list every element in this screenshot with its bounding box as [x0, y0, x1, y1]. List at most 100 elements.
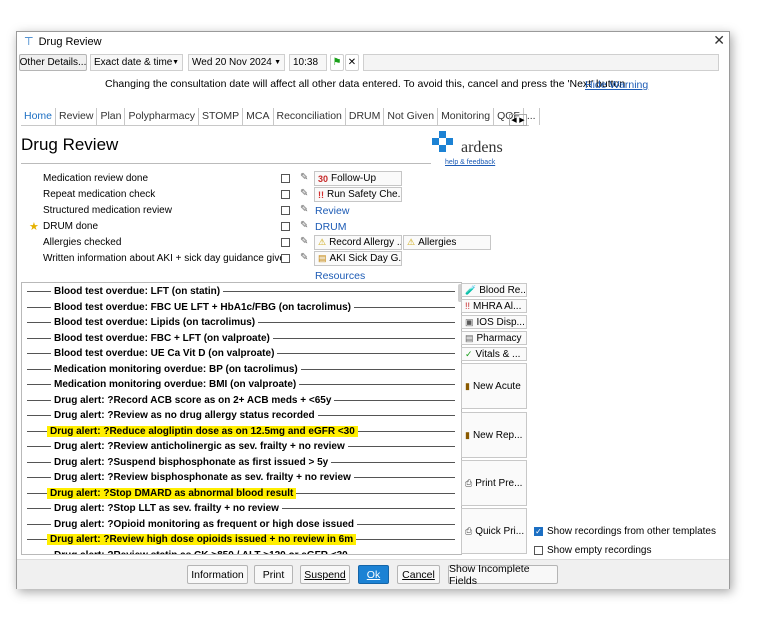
alert-row[interactable]: Drug alert: ?Review statin as CK >850 / …: [27, 549, 455, 555]
date-mode-dropdown[interactable]: Exact date & time ▼: [90, 54, 183, 71]
run-safety-check-button[interactable]: !! Run Safety Che...: [314, 187, 402, 202]
alert-rule-left: [27, 322, 51, 323]
information-button[interactable]: Information: [187, 565, 248, 584]
pencil-icon[interactable]: ✎: [300, 204, 308, 215]
pencil-icon[interactable]: ✎: [300, 188, 308, 199]
recording-checkbox[interactable]: [281, 238, 290, 247]
alert-rule-right: [347, 446, 455, 447]
pencil-icon[interactable]: ✎: [300, 220, 308, 231]
show-empty-recordings-option[interactable]: Show empty recordings: [534, 545, 652, 556]
aki-sick-day-label: AKI Sick Day G...: [329, 253, 402, 264]
tab-mca[interactable]: MCA: [243, 108, 274, 125]
alert-row[interactable]: Drug alert: ?Review as no drug allergy s…: [27, 409, 455, 422]
alert-rule-right: [356, 539, 455, 540]
tab-home[interactable]: Home: [21, 108, 57, 125]
alert-row[interactable]: Medication monitoring overdue: BP (on ta…: [27, 363, 455, 376]
tab-polypharmacy[interactable]: Polypharmacy: [125, 108, 199, 125]
calendar-icon: 30: [318, 173, 329, 184]
hide-warning-link[interactable]: Hide Warning: [585, 79, 648, 91]
alert-row[interactable]: Blood test overdue: UE Ca Vit D (on valp…: [27, 347, 455, 360]
tab-scroll-control[interactable]: ◀ ▶: [509, 114, 527, 126]
alert-row[interactable]: Drug alert: ?Review bisphosphonate as se…: [27, 471, 455, 484]
alert-row[interactable]: Drug alert: ?Record ACB score as on 2+ A…: [27, 394, 455, 407]
recording-checkbox[interactable]: [281, 206, 290, 215]
aki-sick-day-button[interactable]: ▤ AKI Sick Day G...: [314, 251, 402, 266]
ok-button[interactable]: Ok: [358, 565, 389, 584]
pencil-icon[interactable]: ✎: [300, 172, 308, 183]
alert-row[interactable]: Medication monitoring overdue: BMI (on v…: [27, 378, 455, 391]
show-other-templates-checkbox[interactable]: ✓: [534, 527, 543, 536]
new-repeat-button[interactable]: ▮ New Rep...: [461, 412, 527, 458]
show-incomplete-fields-button[interactable]: Show Incomplete Fields: [448, 563, 558, 587]
alert-rule-right: [353, 306, 455, 308]
blood-results-button[interactable]: 🧪 Blood Re...: [461, 283, 527, 297]
allergies-button[interactable]: ⚠ Allergies: [403, 235, 491, 250]
alert-row[interactable]: Drug alert: ?Stop LLT as sev. frailty + …: [27, 502, 455, 515]
close-icon[interactable]: ✕: [345, 54, 359, 71]
close-icon[interactable]: ✕: [713, 32, 725, 49]
template-icon: ⊤: [24, 36, 34, 48]
pencil-icon[interactable]: ✎: [300, 252, 308, 263]
alert-row[interactable]: Blood test overdue: FBC UE LFT + HbA1c/F…: [27, 301, 455, 314]
alert-row[interactable]: Drug alert: ?Review anticholinergic as s…: [27, 440, 455, 453]
alerts-list[interactable]: Blood test overdue: LFT (on statin) Blood…: [21, 282, 462, 555]
vitals-button[interactable]: ✓ Vitals & ...: [461, 347, 527, 361]
quick-print-button[interactable]: ⎙ Quick Pri...: [461, 508, 527, 554]
flag-icon[interactable]: ⚑: [330, 54, 344, 71]
recording-checkbox[interactable]: [281, 222, 290, 231]
alert-row[interactable]: Drug alert: ?Stop DMARD as abnormal bloo…: [27, 487, 455, 500]
mhra-alerts-icon: !!: [465, 301, 471, 311]
chevron-down-icon: ▼: [172, 59, 179, 66]
pencil-icon[interactable]: ✎: [300, 236, 308, 247]
pharmacy-button[interactable]: ▤ Pharmacy: [461, 331, 527, 345]
print-preview-button[interactable]: ⎙ Print Pre...: [461, 460, 527, 506]
alert-row[interactable]: Blood test overdue: FBC + LFT (on valpro…: [27, 332, 455, 345]
recording-label: Repeat medication check: [43, 189, 156, 200]
other-details-button[interactable]: Other Details...: [19, 54, 87, 71]
tab-drum[interactable]: DRUM: [346, 108, 385, 125]
alert-row[interactable]: Drug alert: ?Reduce alogliptin dose as o…: [27, 425, 455, 438]
follow-up-button[interactable]: 30 Follow-Up: [314, 171, 402, 186]
print-button[interactable]: Print: [254, 565, 293, 584]
recording-label: Structured medication review: [43, 205, 172, 216]
drum-link[interactable]: DRUM: [315, 221, 347, 233]
ios-display-button[interactable]: ▣ IOS Disp...: [461, 315, 527, 329]
alert-row[interactable]: Drug alert: ?Opioid monitoring as freque…: [27, 518, 455, 531]
recording-checkbox[interactable]: [281, 190, 290, 199]
date-picker[interactable]: Wed 20 Nov 2024 ▼: [188, 54, 285, 71]
tab-reconciliation[interactable]: Reconciliation: [274, 108, 346, 125]
cancel-button[interactable]: Cancel: [397, 565, 440, 584]
recording-checkbox[interactable]: [281, 174, 290, 183]
record-allergy-button[interactable]: ⚠ Record Allergy ...: [314, 235, 402, 250]
alert-row[interactable]: Blood test overdue: LFT (on statin): [27, 285, 455, 298]
tab-review[interactable]: Review: [56, 108, 98, 125]
tab-monitoring[interactable]: Monitoring: [438, 108, 495, 125]
resources-link[interactable]: Resources: [315, 270, 365, 282]
chevron-right-icon[interactable]: ▶: [519, 116, 524, 124]
drug-review-window: ⊤ Drug Review ✕ Other Details... Exact d…: [16, 31, 730, 589]
tab-stomp[interactable]: STOMP: [199, 108, 244, 125]
alert-rule-right: [258, 322, 455, 323]
tab-not-given[interactable]: Not Given: [384, 108, 439, 125]
alert-text: Blood test overdue: LFT (on statin): [54, 286, 221, 297]
show-empty-recordings-checkbox[interactable]: [534, 546, 543, 555]
new-acute-button[interactable]: ▮ New Acute: [461, 363, 527, 409]
alert-text: Drug alert: ?Review high dose opioids is…: [47, 534, 357, 545]
help-feedback-link[interactable]: help & feedback: [445, 159, 495, 166]
alert-rule-left: [27, 508, 51, 509]
new-acute-icon: ▮: [465, 380, 470, 391]
time-field[interactable]: 10:38: [289, 54, 327, 71]
show-other-templates-option[interactable]: ✓ Show recordings from other templates: [534, 526, 716, 537]
mhra-alerts-button[interactable]: !! MHRA Al...: [461, 299, 527, 313]
alert-row[interactable]: Blood test overdue: Lipids (on tacrolimu…: [27, 316, 455, 329]
alert-text: Drug alert: ?Record ACB score as on 2+ A…: [54, 394, 332, 406]
alert-rule-right: [223, 291, 455, 292]
suspend-button[interactable]: Suspend: [300, 565, 350, 584]
alert-row[interactable]: Drug alert: ?Suspend bisphosphonate as f…: [27, 456, 455, 469]
chevron-left-icon[interactable]: ◀: [511, 116, 516, 124]
alert-text: Blood test overdue: FBC UE LFT + HbA1c/F…: [54, 301, 351, 313]
alert-row[interactable]: Drug alert: ?Review high dose opioids is…: [27, 533, 455, 546]
tab-plan[interactable]: Plan: [97, 108, 126, 125]
recording-checkbox[interactable]: [281, 254, 290, 263]
review-link[interactable]: Review: [315, 205, 349, 217]
